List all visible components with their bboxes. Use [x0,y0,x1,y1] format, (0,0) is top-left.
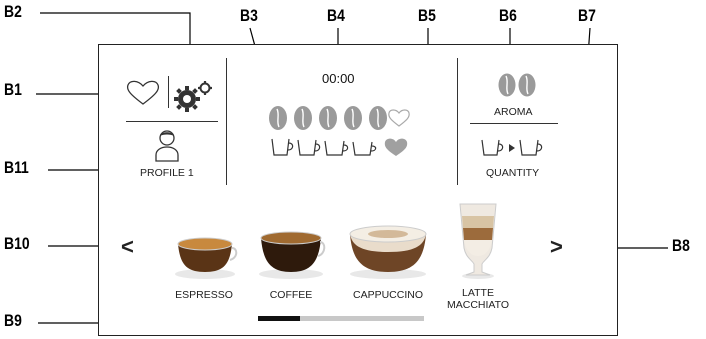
drink-label-latte-line1: LATTE [462,287,494,299]
settings-gear-icon[interactable] [174,80,214,112]
profile-divider [126,121,218,122]
drink-label-cappuccino[interactable]: CAPPUCCINO [338,289,438,301]
latte-macchiato-glass-image[interactable] [456,202,500,280]
previous-arrow-button[interactable]: < [121,234,134,260]
heart-outline-icon[interactable] [125,80,161,106]
next-arrow-button[interactable]: > [550,234,563,260]
quantity-cup-arrow-icon[interactable] [480,134,550,160]
drink-label-coffee[interactable]: COFFEE [246,289,336,301]
divider-vertical-small [168,76,169,108]
espresso-cup-image[interactable] [172,234,238,280]
left-section-divider [226,58,228,185]
drink-label-latte-macchiato[interactable]: LATTE MACCHIATO [436,287,520,311]
profile-avatar-icon[interactable] [154,128,180,162]
clock-display: 00:00 [322,71,355,86]
drink-label-latte-line2: MACCHIATO [446,299,510,311]
cappuccino-cup-image[interactable] [346,222,430,280]
aroma-divider [470,123,558,124]
aroma-beans-icon[interactable] [497,72,537,98]
aroma-strength-selector[interactable] [268,104,413,132]
quantity-cups-selector[interactable] [270,134,410,160]
heart-outline-small-icon [388,109,410,127]
right-section-divider [457,58,459,185]
page-indicator-active [258,316,300,321]
profile-label[interactable]: PROFILE 1 [140,167,194,179]
quantity-label[interactable]: QUANTITY [486,167,539,179]
aroma-label[interactable]: AROMA [494,106,533,118]
heart-filled-icon [384,138,408,156]
coffee-cup-image[interactable] [256,228,326,280]
drink-label-espresso[interactable]: ESPRESSO [158,289,250,301]
